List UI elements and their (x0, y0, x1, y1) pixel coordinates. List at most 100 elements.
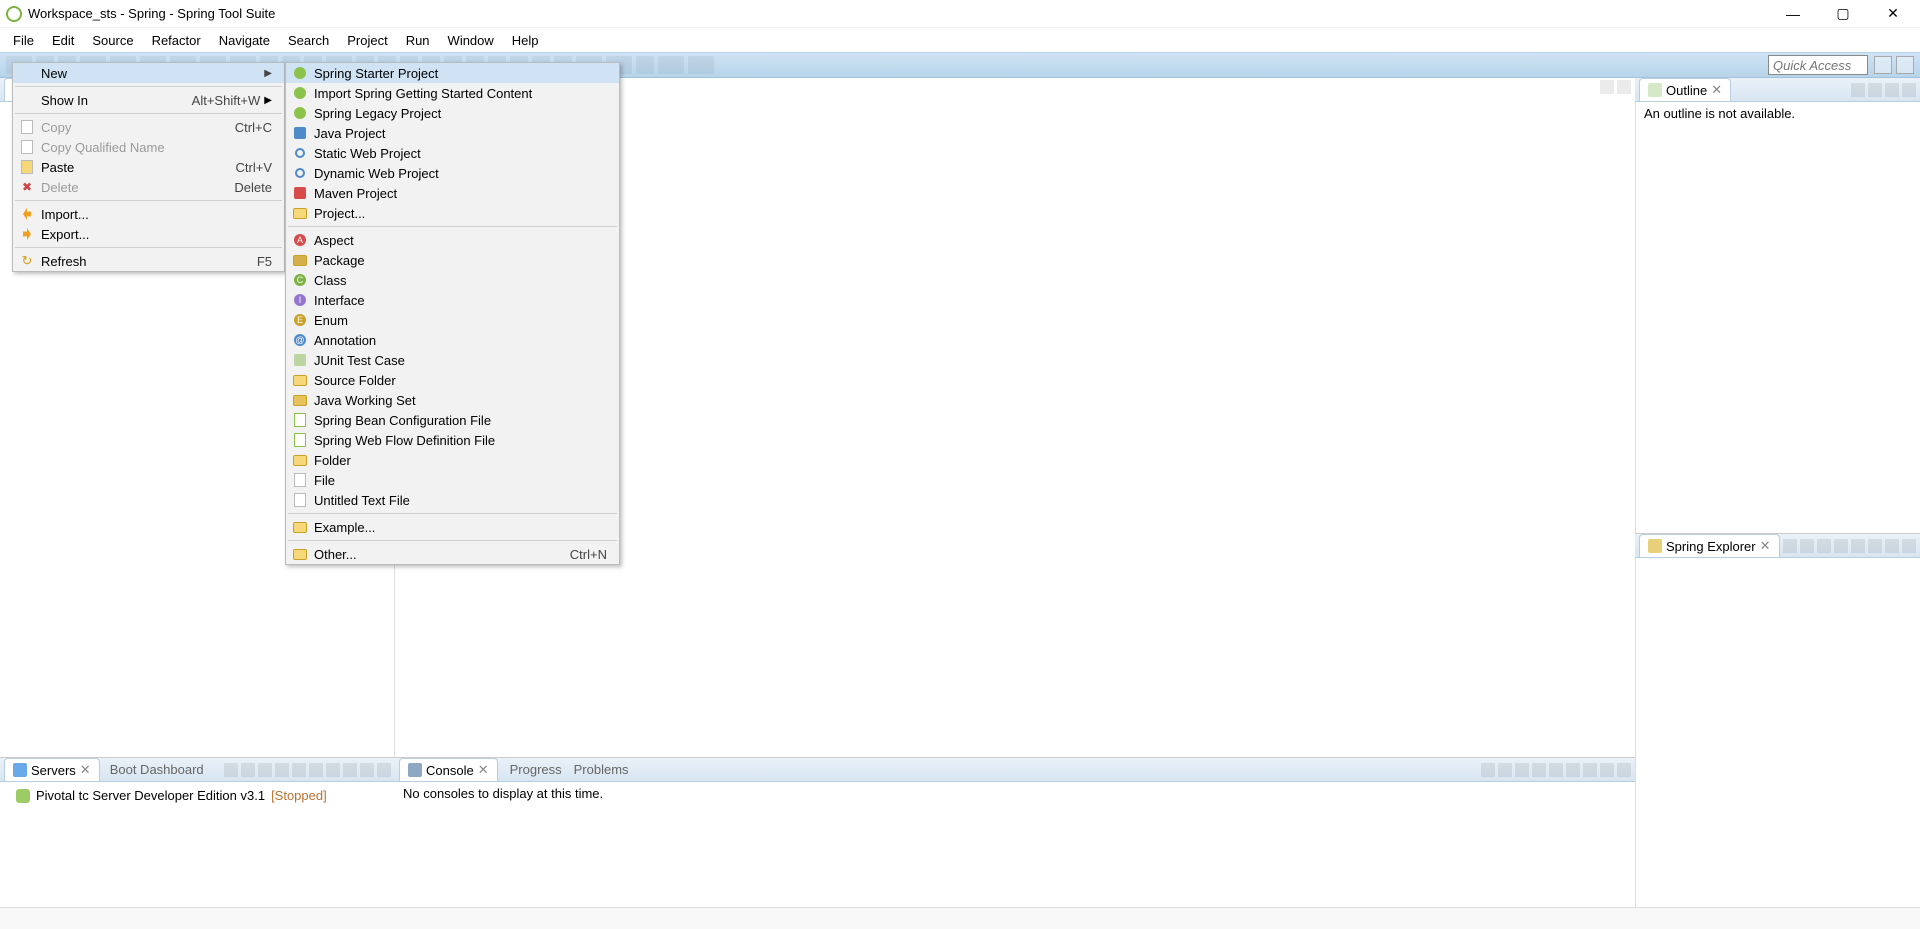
minimize-view-icon[interactable] (1885, 83, 1899, 97)
new-enum[interactable]: E Enum (286, 310, 619, 330)
menu-search[interactable]: Search (279, 30, 338, 51)
maximize-view-icon[interactable] (377, 763, 391, 777)
minimize-view-icon[interactable] (1885, 539, 1899, 553)
server-debug-icon[interactable] (258, 763, 272, 777)
new-maven-project[interactable]: Maven Project (286, 183, 619, 203)
new-console-icon[interactable] (1532, 763, 1546, 777)
outline-focus-icon[interactable] (1851, 83, 1865, 97)
close-icon[interactable]: ✕ (80, 762, 91, 778)
server-new-icon[interactable] (224, 763, 238, 777)
ctx-refresh[interactable]: ↻ RefreshF5 (13, 251, 284, 271)
menu-run[interactable]: Run (397, 30, 439, 51)
target-icon[interactable] (1566, 763, 1580, 777)
new-package[interactable]: Package (286, 250, 619, 270)
server-publish-icon[interactable] (309, 763, 323, 777)
new-file[interactable]: File (286, 470, 619, 490)
new-source-folder[interactable]: Source Folder (286, 370, 619, 390)
spring-explorer-tab[interactable]: Spring Explorer ✕ (1639, 534, 1780, 557)
outline-header: Outline ✕ (1635, 78, 1920, 102)
minimize-button[interactable]: ― (1778, 6, 1808, 22)
close-icon[interactable]: ✕ (1760, 538, 1771, 554)
server-stop-icon[interactable] (292, 763, 306, 777)
collapse-icon[interactable] (1783, 539, 1797, 553)
menu-navigate[interactable]: Navigate (210, 30, 279, 51)
server-item[interactable]: Pivotal tc Server Developer Edition v3.1… (8, 786, 387, 805)
new-project[interactable]: Project... (286, 203, 619, 223)
view-menu-icon[interactable] (1868, 83, 1882, 97)
console-tab[interactable]: Console ✕ (399, 758, 498, 781)
maximize-view-icon[interactable] (1902, 539, 1916, 553)
problems-tab[interactable]: Problems (562, 762, 629, 777)
new-dynamic-web[interactable]: Dynamic Web Project (286, 163, 619, 183)
quick-access-input[interactable] (1768, 55, 1868, 75)
menu-refactor[interactable]: Refactor (143, 30, 210, 51)
close-icon[interactable]: ✕ (478, 762, 489, 778)
outline-tab[interactable]: Outline ✕ (1639, 78, 1731, 101)
new-aspect[interactable]: A Aspect (286, 230, 619, 250)
servers-body[interactable]: Pivotal tc Server Developer Edition v3.1… (0, 782, 395, 907)
link-icon[interactable] (1817, 539, 1831, 553)
new-import-spring[interactable]: Import Spring Getting Started Content (286, 83, 619, 103)
spring-perspective-icon[interactable] (1896, 56, 1914, 74)
history-forward-icon[interactable] (688, 56, 714, 74)
maximize-view-icon[interactable] (1617, 763, 1631, 777)
pin-console-icon[interactable] (1481, 763, 1495, 777)
maximize-editor-icon[interactable] (1617, 80, 1631, 94)
menu-source[interactable]: Source (83, 30, 142, 51)
server-clean-icon[interactable] (326, 763, 340, 777)
display-menu-icon[interactable] (1515, 763, 1529, 777)
history-back-icon[interactable] (658, 56, 684, 74)
sort-icon[interactable] (1851, 539, 1865, 553)
close-button[interactable]: ✕ (1878, 5, 1908, 22)
servers-tab[interactable]: Servers ✕ (4, 758, 100, 781)
view-menu-icon[interactable] (343, 763, 357, 777)
new-webflow[interactable]: Spring Web Flow Definition File (286, 430, 619, 450)
progress-tab[interactable]: Progress (498, 762, 562, 777)
refresh-icon[interactable] (1800, 539, 1814, 553)
web-icon (292, 145, 308, 161)
ctx-new[interactable]: New▶ (13, 63, 284, 83)
new-other[interactable]: Other...Ctrl+N (286, 544, 619, 564)
menu-help[interactable]: Help (503, 30, 548, 51)
new-annotation[interactable]: @ Annotation (286, 330, 619, 350)
new-example[interactable]: Example... (286, 517, 619, 537)
new-interface[interactable]: I Interface (286, 290, 619, 310)
spring-explorer-icon (1648, 539, 1662, 553)
ctx-paste[interactable]: PasteCtrl+V (13, 157, 284, 177)
minimize-view-icon[interactable] (360, 763, 374, 777)
open-perspective-icon[interactable] (1874, 56, 1892, 74)
server-start-icon[interactable] (241, 763, 255, 777)
new-java-project[interactable]: Java Project (286, 123, 619, 143)
server-profile-icon[interactable] (275, 763, 289, 777)
menu-project[interactable]: Project (338, 30, 396, 51)
close-icon[interactable]: ✕ (1711, 82, 1722, 98)
menu-file[interactable]: File (4, 30, 43, 51)
menu-edit[interactable]: Edit (43, 30, 83, 51)
annotation-icon[interactable] (1583, 763, 1597, 777)
new-bean-config[interactable]: Spring Bean Configuration File (286, 410, 619, 430)
display-select-icon[interactable] (1498, 763, 1512, 777)
boot-dashboard-tab[interactable]: Boot Dashboard (100, 762, 204, 777)
new-spring-legacy[interactable]: Spring Legacy Project (286, 103, 619, 123)
maximize-button[interactable]: ▢ (1828, 5, 1858, 22)
new-junit[interactable]: JUnit Test Case (286, 350, 619, 370)
new-folder[interactable]: Folder (286, 450, 619, 470)
new-class[interactable]: C Class (286, 270, 619, 290)
new-static-web[interactable]: Static Web Project (286, 143, 619, 163)
back-icon[interactable] (636, 56, 654, 74)
minimize-view-icon[interactable] (1600, 763, 1614, 777)
filter-icon[interactable] (1834, 539, 1848, 553)
new-working-set[interactable]: Java Working Set (286, 390, 619, 410)
ctx-import[interactable]: Import... (13, 204, 284, 224)
menu-window[interactable]: Window (439, 30, 503, 51)
view-menu-icon[interactable] (1868, 539, 1882, 553)
export-icon (19, 226, 35, 242)
ctx-export[interactable]: Export... (13, 224, 284, 244)
new-untitled[interactable]: Untitled Text File (286, 490, 619, 510)
minimize-editor-icon[interactable] (1600, 80, 1614, 94)
ctx-show-in[interactable]: Show InAlt+Shift+W▶ (13, 90, 284, 110)
maximize-view-icon[interactable] (1902, 83, 1916, 97)
pin-icon[interactable] (1549, 763, 1563, 777)
spring-explorer-body[interactable] (1635, 558, 1920, 907)
new-spring-starter[interactable]: Spring Starter Project (286, 63, 619, 83)
